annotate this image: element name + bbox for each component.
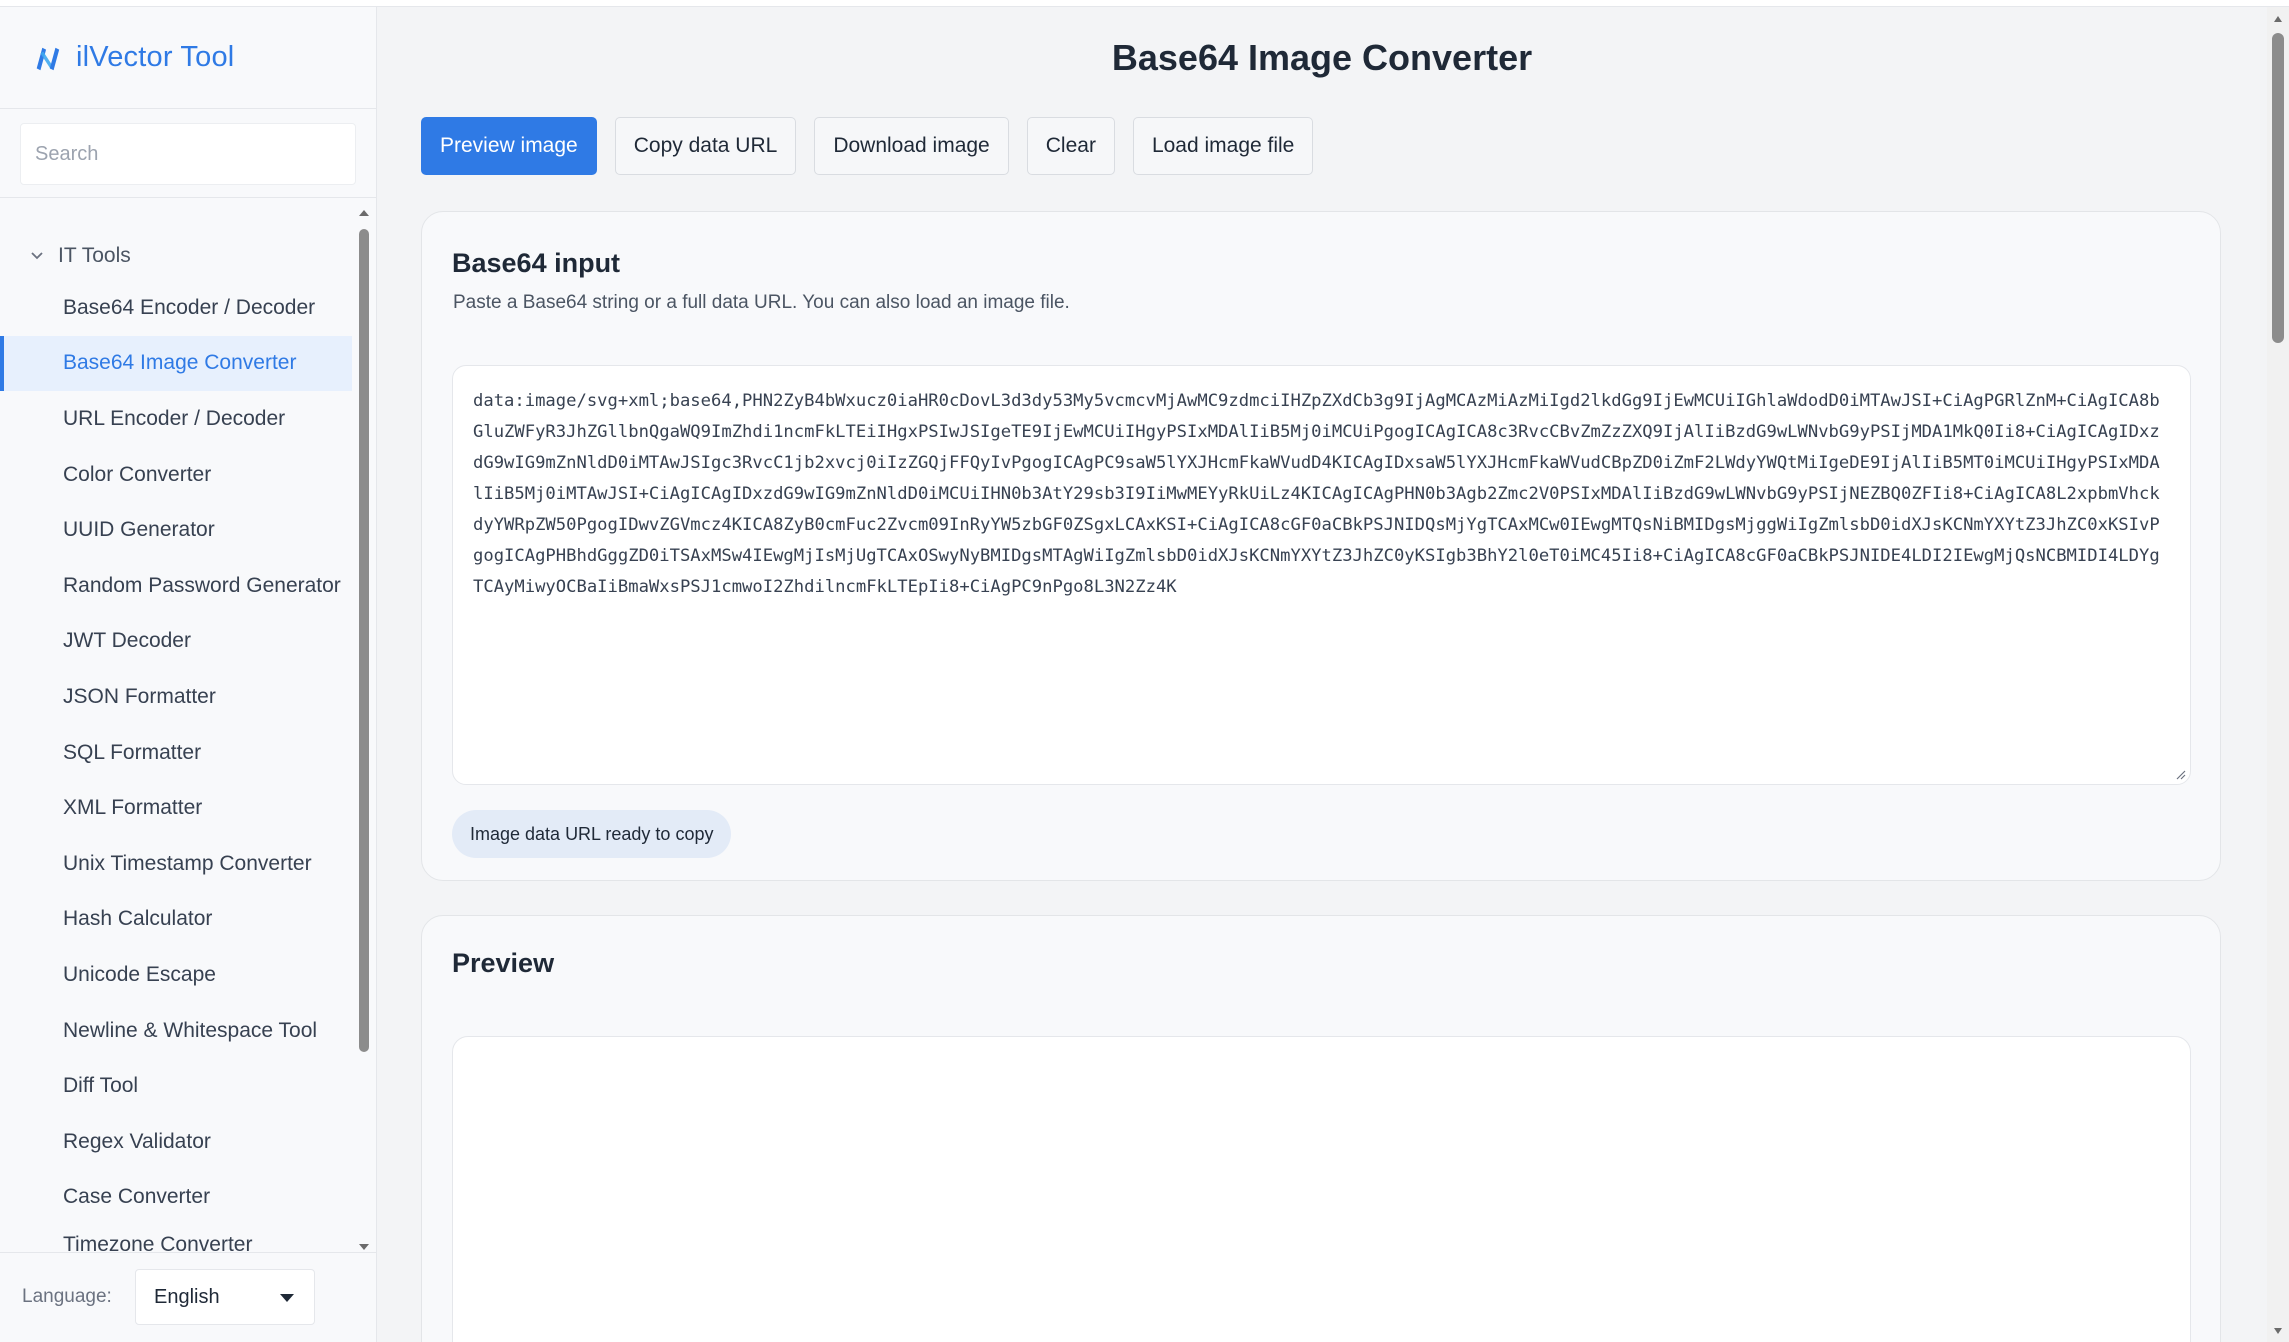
sidebar-item-regex-validator[interactable]: Regex Validator xyxy=(0,1114,352,1170)
window-top-edge xyxy=(0,0,2289,7)
language-label: Language: xyxy=(22,1286,112,1307)
sidebar-scrollbar-thumb[interactable] xyxy=(359,229,369,1052)
caret-down-icon xyxy=(280,1294,294,1302)
sidebar-item-json-formatter[interactable]: JSON Formatter xyxy=(0,669,352,725)
sidebar-item-unicode-escape[interactable]: Unicode Escape xyxy=(0,947,352,1003)
sidebar-item-newline-whitespace-tool[interactable]: Newline & Whitespace Tool xyxy=(0,1003,352,1059)
divider xyxy=(0,197,376,198)
copy-data-url-button[interactable]: Copy data URL xyxy=(614,117,797,175)
sidebar-item-unix-timestamp-converter[interactable]: Unix Timestamp Converter xyxy=(0,836,352,892)
page-scrollbar[interactable] xyxy=(2267,7,2289,1342)
scroll-up-arrow-icon[interactable] xyxy=(2272,13,2284,25)
app-logo-icon xyxy=(36,47,60,70)
chevron-down-icon xyxy=(31,252,43,260)
sidebar-item-base64-image-converter[interactable]: Base64 Image Converter xyxy=(0,335,352,392)
sidebar-item-xml-formatter[interactable]: XML Formatter xyxy=(0,780,352,836)
preview-card: Preview xyxy=(421,915,2221,1342)
page-scrollbar-thumb[interactable] xyxy=(2272,33,2284,343)
download-image-button[interactable]: Download image xyxy=(814,117,1009,175)
brand[interactable]: ilVector Tool xyxy=(0,7,376,109)
input-card-description: Paste a Base64 string or a full data URL… xyxy=(453,292,1070,313)
main-content: Base64 Image Converter Preview image Cop… xyxy=(377,7,2267,1342)
base64-textarea[interactable]: data:image/svg+xml;base64,PHN2ZyB4bWxucz… xyxy=(452,365,2191,785)
language-bar: Language: English xyxy=(0,1252,376,1342)
nav-group-label: IT Tools xyxy=(58,244,131,267)
search-input[interactable] xyxy=(21,124,355,184)
resize-handle-icon[interactable] xyxy=(2174,768,2186,780)
sidebar-item-hash-calculator[interactable]: Hash Calculator xyxy=(0,892,352,948)
preview-card-title: Preview xyxy=(452,948,555,978)
sidebar-item-diff-tool[interactable]: Diff Tool xyxy=(0,1058,352,1114)
clear-button[interactable]: Clear xyxy=(1026,117,1115,175)
sidebar-item-url-encoder[interactable]: URL Encoder / Decoder xyxy=(0,391,352,447)
sidebar-search xyxy=(20,123,356,185)
sidebar-item-jwt-decoder[interactable]: JWT Decoder xyxy=(0,614,352,670)
sidebar-item-uuid-generator[interactable]: UUID Generator xyxy=(0,502,352,558)
sidebar: ilVector Tool IT Tools Base64 Encoder / … xyxy=(0,7,377,1342)
brand-name: ilVector Tool xyxy=(76,41,235,73)
load-image-file-button[interactable]: Load image file xyxy=(1132,117,1314,175)
sidebar-item-random-password-generator[interactable]: Random Password Generator xyxy=(0,558,352,614)
language-value: English xyxy=(154,1285,220,1308)
sidebar-scrollbar[interactable] xyxy=(356,205,372,1255)
sidebar-item-base64-encoder[interactable]: Base64 Encoder / Decoder xyxy=(0,280,352,336)
page-title: Base64 Image Converter xyxy=(1111,37,1533,78)
base64-textarea-value: data:image/svg+xml;base64,PHN2ZyB4bWxucz… xyxy=(473,391,2160,597)
input-card-title: Base64 input xyxy=(452,248,621,278)
sidebar-item-case-converter[interactable]: Case Converter xyxy=(0,1170,352,1226)
status-badge: Image data URL ready to copy xyxy=(452,810,732,858)
image-preview xyxy=(452,1036,2191,1342)
nav-group-it-tools[interactable]: IT Tools xyxy=(0,232,352,280)
scroll-down-arrow-icon[interactable] xyxy=(2272,1325,2284,1337)
language-select[interactable]: English xyxy=(135,1269,315,1325)
sidebar-item-timezone-converter[interactable]: Timezone Converter xyxy=(0,1225,352,1255)
sidebar-item-color-converter[interactable]: Color Converter xyxy=(0,447,352,503)
scroll-up-arrow-icon[interactable] xyxy=(356,205,372,221)
toolbar: Preview image Copy data URL Download ima… xyxy=(421,117,1314,175)
preview-image-button[interactable]: Preview image xyxy=(421,117,597,175)
sidebar-item-sql-formatter[interactable]: SQL Formatter xyxy=(0,725,352,781)
sidebar-nav: IT Tools Base64 Encoder / Decoder Base64… xyxy=(0,232,352,1255)
base64-input-card: Base64 input Paste a Base64 string or a … xyxy=(421,211,2221,881)
